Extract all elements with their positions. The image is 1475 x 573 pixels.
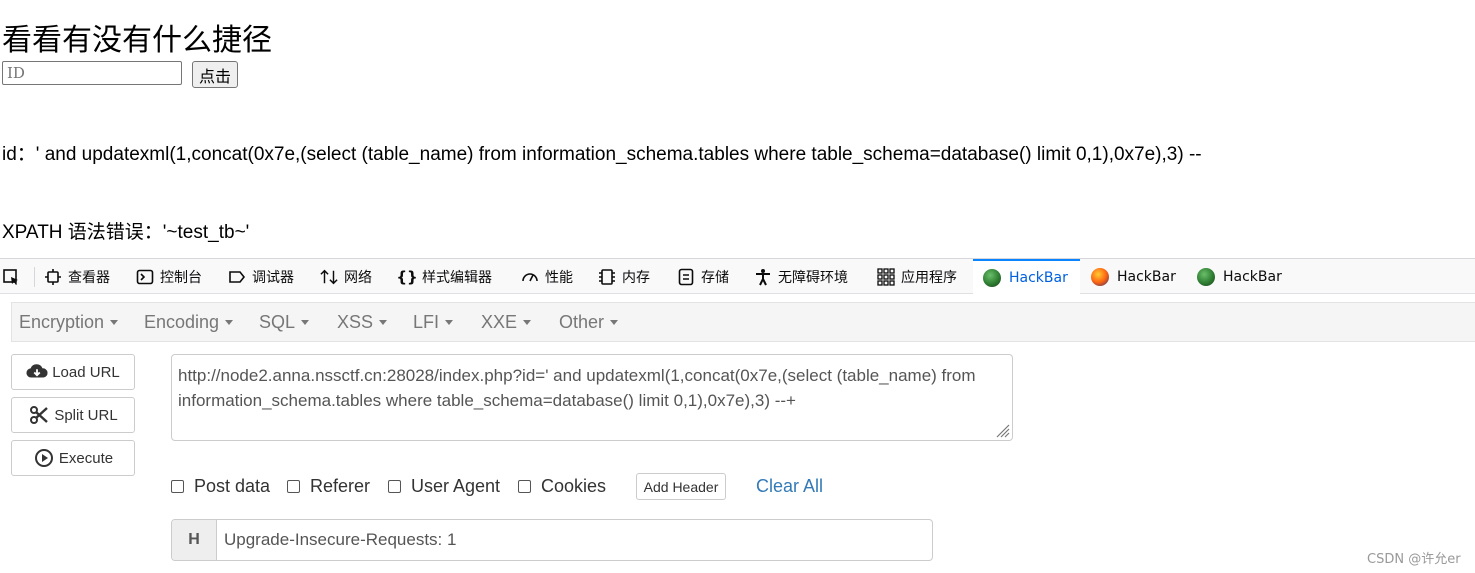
hackbar-green-icon [983,268,1001,287]
add-header-button[interactable]: Add Header [636,473,726,500]
header-value-input[interactable]: Upgrade-Insecure-Requests: 1 [217,520,932,560]
tab-accessibility[interactable]: 无障碍环境 [754,259,848,294]
menu-xxe[interactable]: XXE [481,303,532,341]
picker-icon [2,268,20,286]
menu-other[interactable]: Other [559,303,619,341]
hackbar-orange-icon [1091,267,1109,286]
tab-label: 网络 [344,269,372,286]
debugger-icon [228,268,246,286]
menu-lfi[interactable]: LFI [413,303,454,341]
post-data-checkbox[interactable]: Post data [171,474,270,498]
menu-encoding[interactable]: Encoding [144,303,234,341]
split-url-button[interactable]: Split URL [11,397,135,433]
tab-label: HackBar [1009,269,1068,286]
header-addon-label: H [172,520,217,560]
tab-inspector[interactable]: 查看器 [44,259,110,294]
tab-label: 调试器 [252,269,294,286]
cloud-download-icon [26,362,48,382]
hackbar-green-icon [1197,267,1215,286]
performance-icon [521,268,539,286]
url-textarea[interactable]: http://node2.anna.nssctf.cn:28028/index.… [171,354,1013,441]
inspector-icon [44,268,62,286]
load-url-button[interactable]: Load URL [11,354,135,390]
caret-down-icon [110,319,119,325]
tab-label: 样式编辑器 [422,269,492,286]
tab-hackbar-active[interactable]: HackBar [973,259,1080,294]
tab-hackbar-3[interactable]: HackBar [1197,259,1282,294]
execute-button[interactable]: Execute [11,440,135,476]
caret-down-icon [301,319,310,325]
tab-label: 无障碍环境 [778,269,848,286]
tab-memory[interactable]: 内存 [598,259,650,294]
menu-sql[interactable]: SQL [259,303,310,341]
tab-performance[interactable]: 性能 [521,259,573,294]
network-icon [320,268,338,286]
clear-all-link[interactable]: Clear All [756,474,823,498]
application-icon [877,267,895,286]
menu-xss[interactable]: XSS [337,303,388,341]
play-circle-icon [33,448,55,468]
tab-label: 控制台 [160,269,202,286]
query-output: id：' and updatexml(1,concat(0x7e,(select… [2,144,1202,165]
menu-encryption[interactable]: Encryption [19,303,119,341]
caret-down-icon [523,319,532,325]
toolbar-divider [34,267,35,287]
tab-storage[interactable]: 存储 [677,259,729,294]
console-icon [136,268,154,286]
checkbox-box[interactable] [287,479,300,493]
caret-down-icon [610,319,619,325]
referer-checkbox[interactable]: Referer [287,474,370,498]
hackbar-menu-bar: Encryption Encoding SQL XSS LFI XXE Othe… [11,302,1475,342]
tab-application[interactable]: 应用程序 [877,259,957,294]
tab-console[interactable]: 控制台 [136,259,202,294]
tab-label: 存储 [701,269,729,286]
tab-hackbar-2[interactable]: HackBar [1091,259,1176,294]
checkbox-box[interactable] [388,479,401,493]
resize-grip-icon[interactable] [994,422,1010,438]
tab-label: 应用程序 [901,269,957,286]
memory-icon [598,268,616,286]
checkbox-box[interactable] [171,479,184,493]
caret-down-icon [379,319,388,325]
user-agent-checkbox[interactable]: User Agent [388,474,500,498]
page-title: 看看有没有什么捷径 [2,23,272,58]
tab-style-editor[interactable]: {} 样式编辑器 [396,259,492,294]
submit-button[interactable]: 点击 [192,61,238,88]
caret-down-icon [445,319,454,325]
tab-label: HackBar [1117,268,1176,285]
tab-network[interactable]: 网络 [320,259,372,294]
xpath-error-output: XPATH 语法错误：'~test_tb~' [2,222,250,243]
header-entry: H Upgrade-Insecure-Requests: 1 [171,519,933,561]
tab-label: 查看器 [68,269,110,286]
caret-down-icon [225,319,234,325]
tab-label: 内存 [622,269,650,286]
scissors-icon [28,405,50,425]
devtools-toolbar: 查看器 控制台 调试器 网络 {} 样式编辑器 性能 内存 存储 无障碍环境 应… [0,258,1475,294]
tab-debugger[interactable]: 调试器 [228,259,294,294]
id-input[interactable] [2,61,182,85]
checkbox-box[interactable] [518,479,531,493]
cookies-checkbox[interactable]: Cookies [518,474,606,498]
url-text: http://node2.anna.nssctf.cn:28028/index.… [178,366,976,410]
accessibility-icon [754,268,772,286]
style-editor-icon: {} [396,267,418,286]
tab-label: 性能 [545,269,573,286]
watermark: CSDN @许允er [1367,552,1461,567]
tab-label: HackBar [1223,268,1282,285]
storage-icon [677,268,695,286]
element-picker-button[interactable] [2,259,26,294]
